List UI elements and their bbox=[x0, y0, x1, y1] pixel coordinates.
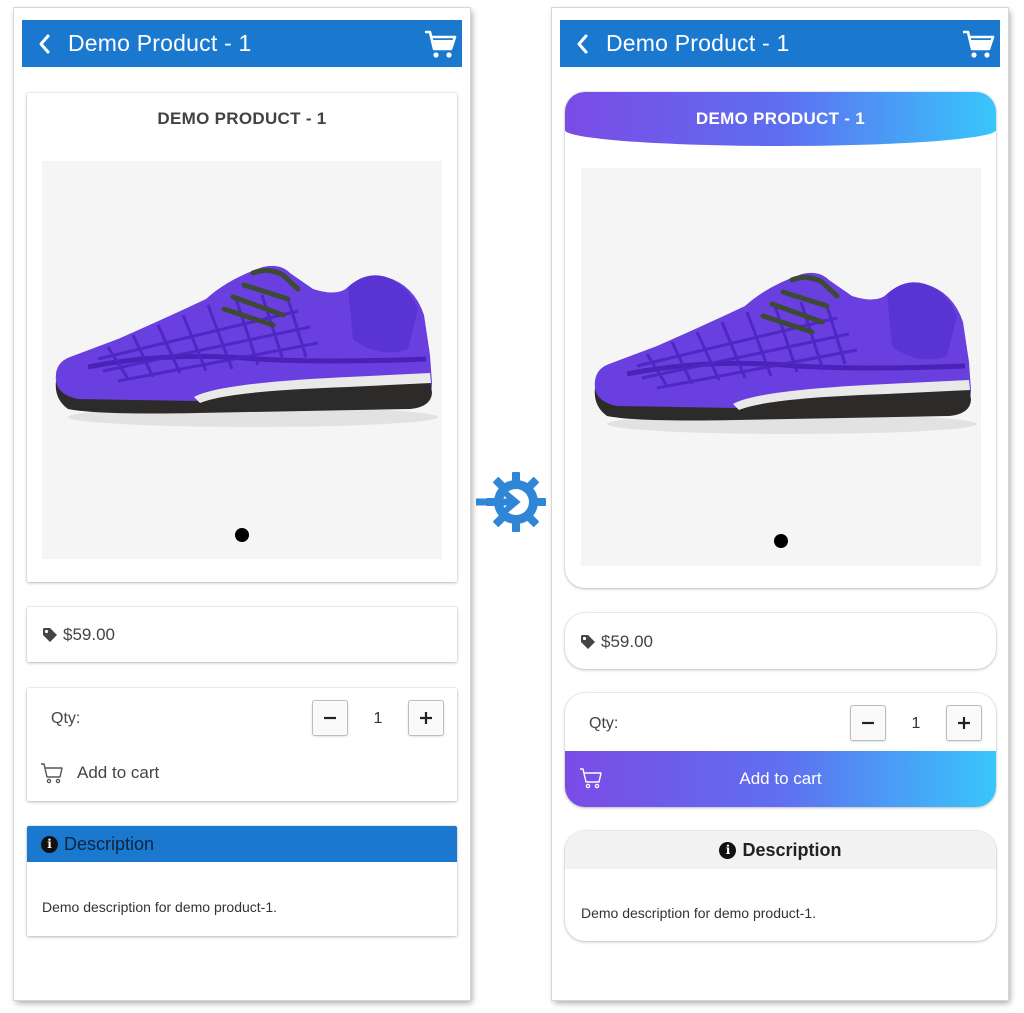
cart-card: Qty: 1 Add to cart bbox=[565, 693, 996, 807]
description-header[interactable]: i Description bbox=[27, 826, 457, 862]
price-row: $59.00 bbox=[42, 625, 115, 645]
app-bar: Demo Product - 1 bbox=[22, 20, 462, 67]
description-text: Demo description for demo product-1. bbox=[42, 899, 277, 915]
qty-value[interactable]: 1 bbox=[368, 710, 388, 728]
price-card: $59.00 bbox=[27, 607, 457, 662]
price-tag-icon bbox=[42, 627, 58, 643]
plus-icon bbox=[958, 717, 970, 729]
phone-screen-styled: Demo Product - 1 DEMO PRODUCT - 1 $59.00… bbox=[552, 8, 1008, 1000]
description-text: Demo description for demo product-1. bbox=[581, 905, 816, 921]
price-value: $59.00 bbox=[63, 625, 115, 644]
minus-icon bbox=[862, 721, 874, 725]
shoe-image bbox=[55, 265, 438, 427]
product-card: DEMO PRODUCT - 1 bbox=[27, 93, 457, 582]
carousel-indicator-dot[interactable] bbox=[235, 528, 249, 542]
qty-value[interactable]: 1 bbox=[906, 715, 926, 733]
back-button[interactable] bbox=[560, 20, 604, 67]
plus-icon bbox=[420, 712, 432, 724]
description-card: i Description Demo description for demo … bbox=[565, 831, 996, 941]
product-title: DEMO PRODUCT - 1 bbox=[157, 109, 327, 128]
add-to-cart-label: Add to cart bbox=[739, 769, 822, 788]
cart-button[interactable] bbox=[956, 20, 1000, 67]
qty-decrement-button[interactable] bbox=[312, 700, 348, 736]
description-card: i Description Demo description for demo … bbox=[27, 826, 457, 936]
app-bar: Demo Product - 1 bbox=[560, 20, 1000, 67]
price-value: $59.00 bbox=[601, 632, 653, 651]
qty-increment-button[interactable] bbox=[946, 705, 982, 741]
product-title: DEMO PRODUCT - 1 bbox=[695, 108, 866, 128]
product-title-banner: DEMO PRODUCT - 1 bbox=[565, 92, 996, 146]
cart-outline-icon bbox=[41, 763, 63, 784]
description-header[interactable]: i Description bbox=[565, 831, 996, 869]
qty-increment-button[interactable] bbox=[408, 700, 444, 736]
phone-screen-original: Demo Product - 1 DEMO PRODUCT - 1 $59.00… bbox=[14, 8, 470, 1000]
qty-decrement-button[interactable] bbox=[850, 705, 886, 741]
price-row: $59.00 bbox=[580, 632, 653, 652]
cart-card: Qty: 1 Add to cart bbox=[27, 688, 457, 801]
product-image-carousel[interactable] bbox=[42, 161, 442, 559]
shopping-cart-icon bbox=[963, 30, 995, 58]
info-icon: i bbox=[719, 841, 737, 859]
add-to-cart-label: Add to cart bbox=[77, 763, 160, 782]
minus-icon bbox=[324, 716, 336, 720]
shoe-image bbox=[594, 272, 977, 434]
chevron-left-icon bbox=[39, 34, 50, 53]
product-card: DEMO PRODUCT - 1 bbox=[565, 92, 996, 588]
app-bar-title: Demo Product - 1 bbox=[606, 30, 790, 56]
product-image-carousel[interactable] bbox=[581, 168, 981, 566]
add-to-cart-button[interactable]: Add to cart bbox=[40, 762, 159, 784]
info-icon: i bbox=[41, 835, 58, 853]
price-card: $59.00 bbox=[565, 613, 996, 669]
carousel-indicator-dot[interactable] bbox=[774, 534, 788, 548]
description-header-label: Description bbox=[742, 839, 842, 860]
back-button[interactable] bbox=[22, 20, 66, 67]
transform-arrow-gear-icon bbox=[476, 472, 546, 532]
add-to-cart-button[interactable]: Add to cart bbox=[565, 751, 996, 807]
qty-label: Qty: bbox=[589, 715, 619, 732]
qty-label: Qty: bbox=[51, 710, 81, 727]
price-tag-icon bbox=[580, 634, 596, 650]
chevron-left-icon bbox=[577, 34, 588, 53]
app-bar-title: Demo Product - 1 bbox=[68, 30, 252, 56]
description-header-label: Description bbox=[64, 833, 155, 854]
shopping-cart-icon bbox=[425, 30, 457, 58]
cart-button[interactable] bbox=[418, 20, 462, 67]
